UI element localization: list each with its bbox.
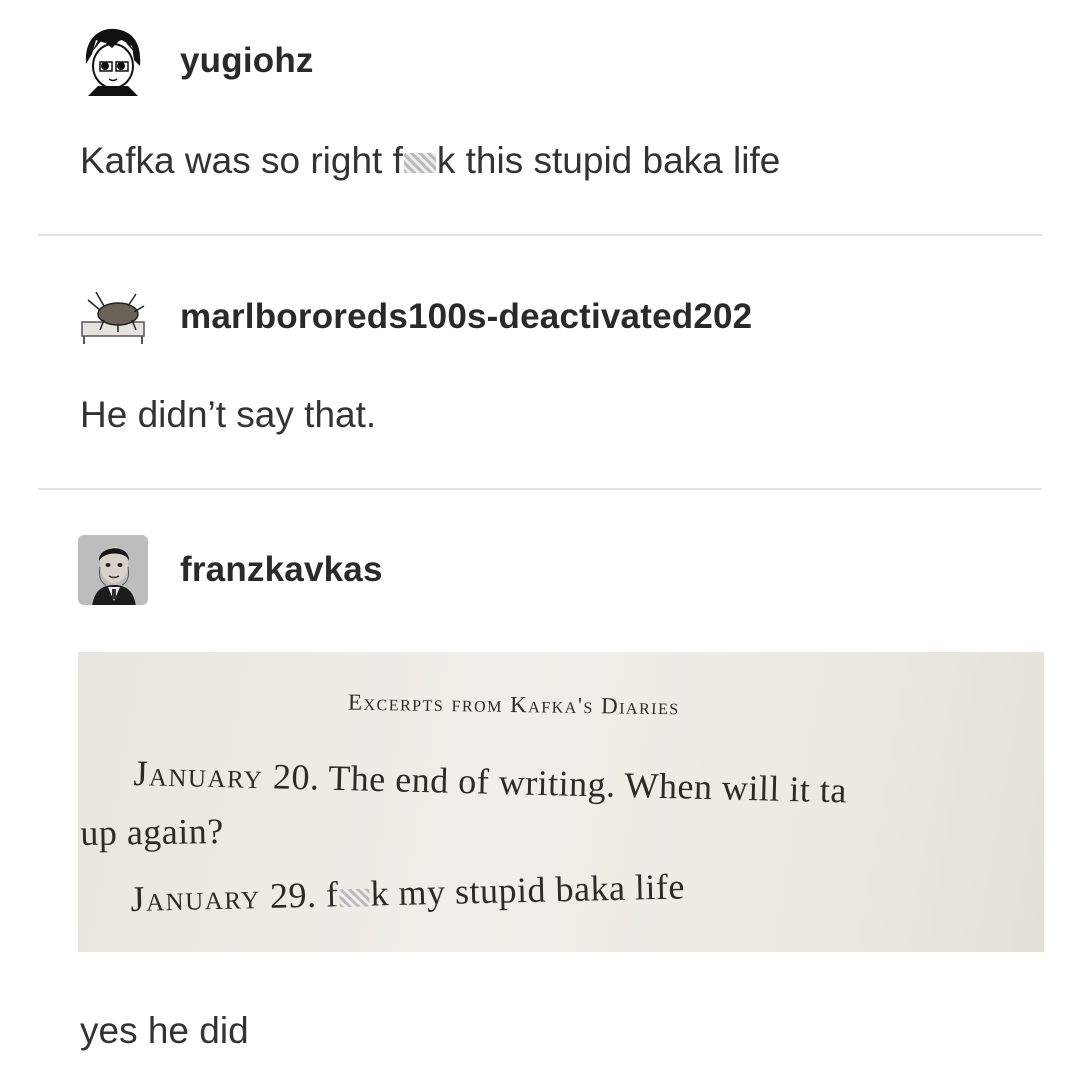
post-text: yes he did [80,1010,249,1051]
diary-line-january-20: January 20. The end of writing. When wil… [132,752,848,811]
post-text: He didn’t say that. [80,394,377,435]
diary-line-january-29: January 29. fk my stupid baka life [130,866,686,919]
post-divider [38,234,1042,236]
censor-blur-icon [339,888,370,907]
kafka-portrait-avatar-icon[interactable] [78,535,148,605]
diary-excerpt-photo: Excerpts from Kafka's Diaries January 20… [78,652,1044,952]
anime-character-avatar-icon[interactable] [78,26,148,96]
post-header: marlbororeds100s-deactivated202 [78,282,752,352]
beetle-in-bed-avatar-icon[interactable] [78,282,148,352]
censor-blur-icon [403,153,436,174]
username[interactable]: marlbororeds100s-deactivated202 [180,297,752,337]
username[interactable]: franzkavkas [180,550,383,590]
book-heading: Excerpts from Kafka's Diaries [347,689,680,720]
post-header: franzkavkas [78,535,383,605]
username[interactable]: yugiohz [180,41,314,81]
diary-line-continuation: up again? [80,810,224,853]
post-divider [38,488,1042,490]
post-header: yugiohz [78,26,314,96]
post-text: Kafka was so right fk this stupid baka l… [80,140,781,181]
